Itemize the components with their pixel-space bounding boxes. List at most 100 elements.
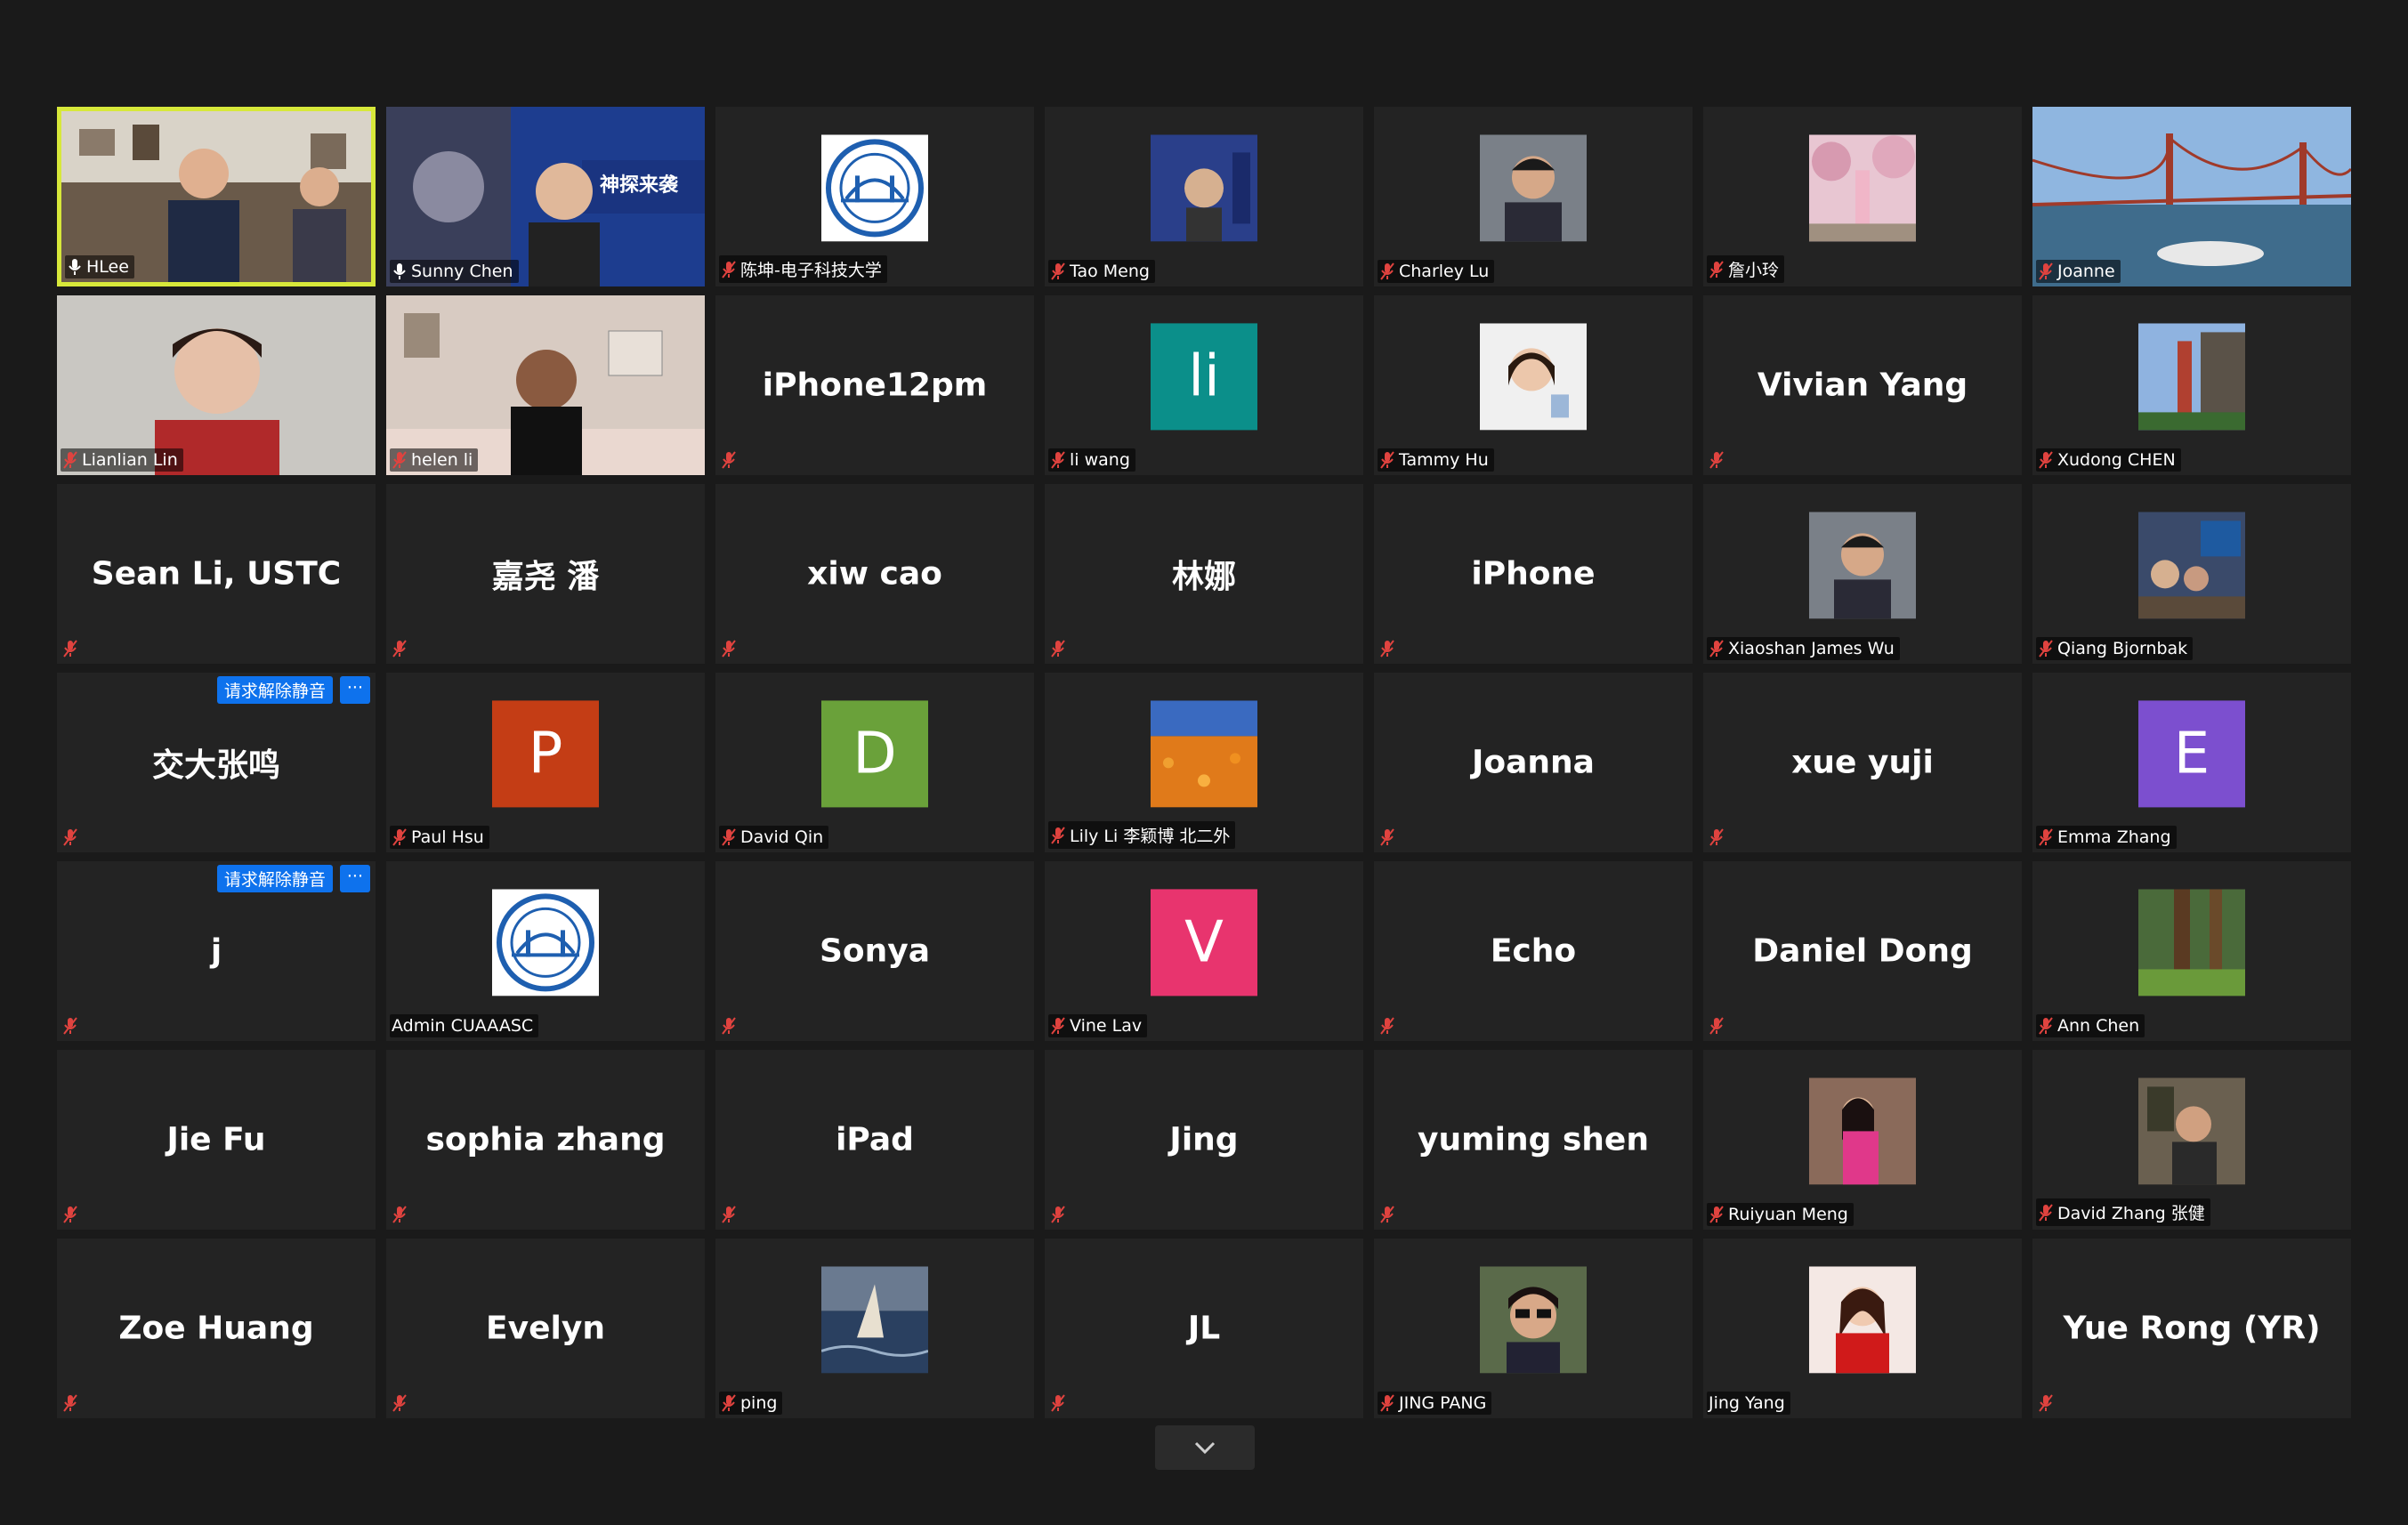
participant-tile[interactable]: Qiang Bjornbak xyxy=(2032,484,2351,664)
participant-tile[interactable]: 詹小玲 xyxy=(1703,107,2022,286)
participant-tile[interactable]: yuming shen xyxy=(1374,1050,1693,1230)
muted-mic-icon xyxy=(63,1206,77,1223)
participant-tile[interactable]: Jing xyxy=(1045,1050,1363,1230)
participant-tile[interactable]: Yue Rong (YR) xyxy=(2032,1239,2351,1418)
participant-tile[interactable]: David Zhang 张健 xyxy=(2032,1050,2351,1230)
participant-name: Xiaoshan James Wu xyxy=(1728,639,1895,658)
participant-display-name: Jing xyxy=(1169,1121,1239,1158)
participant-tile[interactable]: Charley Lu xyxy=(1374,107,1693,286)
participant-tile[interactable]: Ruiyuan Meng xyxy=(1703,1050,2022,1230)
muted-mic-icon xyxy=(2039,1203,2053,1222)
participant-tile[interactable]: li li wang xyxy=(1045,295,1363,475)
participant-name: Jing Yang xyxy=(1709,1393,1785,1413)
participant-tile[interactable]: 交大张鸣 请求解除静音 ··· xyxy=(57,673,376,852)
participant-tile[interactable]: Jing Yang xyxy=(1703,1239,2022,1418)
avatar-initial: li xyxy=(1151,323,1257,431)
request-unmute-button[interactable]: 请求解除静音 xyxy=(216,676,333,704)
participant-tile[interactable]: D David Qin xyxy=(715,673,1034,852)
participant-tile[interactable]: Sonya xyxy=(715,861,1034,1041)
avatar-photo xyxy=(1809,512,1916,619)
participant-display-name: j xyxy=(210,932,222,970)
participant-display-name: 交大张鸣 xyxy=(151,747,280,784)
participant-display-name: iPad xyxy=(836,1121,914,1158)
participant-tile[interactable]: 林娜 xyxy=(1045,484,1363,664)
participant-tile[interactable]: iPhone xyxy=(1374,484,1693,664)
muted-mic-icon xyxy=(1051,640,1065,658)
participant-tile[interactable]: Evelyn xyxy=(386,1239,705,1418)
participant-status xyxy=(390,637,413,660)
participant-display-name: Zoe Huang xyxy=(118,1310,314,1347)
avatar-logo xyxy=(821,134,928,242)
participant-tile[interactable]: JL xyxy=(1045,1239,1363,1418)
participant-tile[interactable]: Zoe Huang xyxy=(57,1239,376,1418)
participant-status xyxy=(1378,826,1401,849)
participant-display-name: Yue Rong (YR) xyxy=(2063,1310,2321,1347)
participant-tile[interactable]: Tammy Hu xyxy=(1374,295,1693,475)
participant-tile[interactable]: JING PANG xyxy=(1374,1239,1693,1418)
participant-name-label: Jing Yang xyxy=(1707,1392,1790,1415)
more-options-button[interactable]: ··· xyxy=(339,676,370,704)
participant-display-name: iPhone xyxy=(1471,555,1596,593)
participant-tile[interactable]: Echo xyxy=(1374,861,1693,1041)
participant-tile[interactable]: HLee xyxy=(57,107,376,286)
participant-tile[interactable]: helen li xyxy=(386,295,705,475)
participant-tile[interactable]: xue yuji xyxy=(1703,673,2022,852)
muted-mic-icon xyxy=(63,1394,77,1412)
participant-tile[interactable]: V Vine Lav xyxy=(1045,861,1363,1041)
request-unmute-button[interactable]: 请求解除静音 xyxy=(216,865,333,892)
participant-tile[interactable]: Xudong CHEN xyxy=(2032,295,2351,475)
participant-status xyxy=(719,1203,742,1226)
muted-mic-icon xyxy=(2039,1017,2053,1035)
participant-name: David Qin xyxy=(740,827,824,847)
participant-tile[interactable]: iPhone12pm xyxy=(715,295,1034,475)
participant-status xyxy=(1048,637,1071,660)
participant-name-label: Qiang Bjornbak xyxy=(2036,637,2194,660)
avatar-photo xyxy=(1151,134,1257,242)
participant-name: 詹小玲 xyxy=(1728,261,1780,280)
participant-tile[interactable]: Joanna xyxy=(1374,673,1693,852)
participant-tile[interactable]: Jie Fu xyxy=(57,1050,376,1230)
participant-tile[interactable]: Sean Li, USTC xyxy=(57,484,376,664)
participant-tile[interactable]: 嘉尧 潘 xyxy=(386,484,705,664)
participant-display-name: yuming shen xyxy=(1418,1121,1649,1158)
show-more-button[interactable] xyxy=(1155,1425,1255,1470)
participant-tile[interactable]: Vivian Yang xyxy=(1703,295,2022,475)
participant-status xyxy=(1378,637,1401,660)
participant-name-label: Charley Lu xyxy=(1378,260,1495,283)
participant-tile[interactable]: Lily Li 李颖博 北二外 xyxy=(1045,673,1363,852)
participant-tile[interactable]: iPad xyxy=(715,1050,1034,1230)
participant-tile[interactable]: j 请求解除静音 ··· xyxy=(57,861,376,1041)
participant-name-label: David Qin xyxy=(719,826,829,849)
participant-name-label: 詹小玲 xyxy=(1707,255,1785,283)
participant-tile[interactable]: P Paul Hsu xyxy=(386,673,705,852)
participant-tile[interactable]: Admin CUAAASC xyxy=(386,861,705,1041)
participant-tile[interactable]: E Emma Zhang xyxy=(2032,673,2351,852)
participant-name: Tao Meng xyxy=(1070,262,1150,281)
participant-tile[interactable]: Lianlian Lin xyxy=(57,295,376,475)
muted-mic-icon xyxy=(1051,826,1065,844)
participant-tile[interactable]: Tao Meng xyxy=(1045,107,1363,286)
participant-tile[interactable]: sophia zhang xyxy=(386,1050,705,1230)
avatar-photo xyxy=(1480,134,1587,242)
participant-status xyxy=(1707,826,1730,849)
avatar-photo xyxy=(1480,323,1587,431)
participant-tile[interactable]: 神探来袭 Sunny Chen xyxy=(386,107,705,286)
participant-name-label: Xudong CHEN xyxy=(2036,448,2181,472)
muted-mic-icon xyxy=(1051,1017,1065,1035)
participant-status xyxy=(390,1203,413,1226)
participant-name: helen li xyxy=(411,450,473,470)
participant-name-label: Tao Meng xyxy=(1048,260,1155,283)
participant-tile[interactable]: 陈坤-电子科技大学 xyxy=(715,107,1034,286)
participant-name: ping xyxy=(740,1393,778,1413)
participant-display-name: Jie Fu xyxy=(166,1121,266,1158)
participant-tile[interactable]: xiw cao xyxy=(715,484,1034,664)
participant-tile[interactable]: ping xyxy=(715,1239,1034,1418)
more-options-button[interactable]: ··· xyxy=(339,865,370,892)
participant-display-name: Vivian Yang xyxy=(1757,367,1968,404)
participant-tile[interactable]: Joanne xyxy=(2032,107,2351,286)
participant-tile[interactable]: Xiaoshan James Wu xyxy=(1703,484,2022,664)
muted-mic-icon xyxy=(392,1206,407,1223)
participant-tile[interactable]: Daniel Dong xyxy=(1703,861,2022,1041)
muted-mic-icon xyxy=(722,1017,736,1035)
participant-tile[interactable]: Ann Chen xyxy=(2032,861,2351,1041)
